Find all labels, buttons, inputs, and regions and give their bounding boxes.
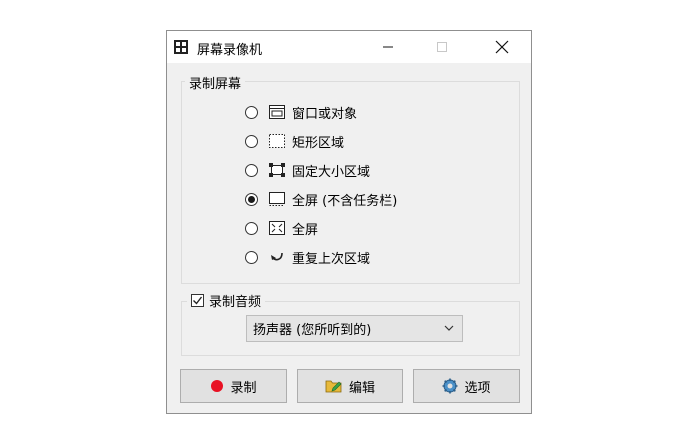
radio-button[interactable]: [245, 105, 258, 119]
close-button[interactable]: [479, 31, 525, 63]
radio-label: 全屏 (不含任务栏): [292, 193, 398, 209]
options-button-label: 选项: [464, 380, 491, 396]
fullscreen-no-taskbar-icon: [269, 192, 285, 206]
close-icon: [495, 40, 509, 54]
radio-button[interactable]: [245, 221, 258, 235]
radio-button[interactable]: [245, 134, 258, 148]
edit-button[interactable]: 编辑: [297, 369, 403, 403]
radio-label: 重复上次区域: [292, 251, 371, 267]
audio-source-select[interactable]: 扬声器 (您所听到的): [246, 315, 463, 342]
record-audio-toggle[interactable]: 录制音频: [187, 291, 266, 310]
checkmark-icon: [193, 296, 203, 305]
fullscreen-icon: [269, 221, 285, 235]
radio-label: 矩形区域: [292, 135, 345, 151]
radio-label: 固定大小区域: [292, 164, 371, 180]
repeat-arrow-icon: [271, 252, 283, 261]
chevron-down-icon: [444, 325, 454, 331]
record-audio-checkbox[interactable]: [191, 294, 204, 307]
maximize-button[interactable]: [419, 31, 465, 63]
radio-label: 窗口或对象: [292, 106, 358, 122]
audio-source-value: 扬声器 (您所听到的): [253, 323, 372, 338]
dotted-rect-icon: [269, 134, 285, 148]
maximize-icon: [437, 42, 447, 52]
film-strip-icon: [174, 40, 188, 54]
radio-button-selected[interactable]: [245, 192, 258, 206]
edit-button-label: 编辑: [348, 380, 375, 396]
window-title: 屏幕录像机: [197, 43, 263, 58]
folder-edit-icon: [325, 378, 343, 394]
radio-button[interactable]: [245, 163, 258, 177]
radio-label: 全屏: [292, 222, 319, 238]
window-icon: [269, 105, 285, 119]
minimize-icon: [383, 46, 393, 48]
radio-button[interactable]: [245, 250, 258, 264]
record-dot-icon: [210, 379, 224, 393]
record-screen-legend: 录制屏幕: [185, 73, 246, 92]
radio-fullscreen[interactable]: 全屏: [245, 217, 318, 239]
minimize-button[interactable]: [365, 31, 411, 63]
title-bar[interactable]: 屏幕录像机: [167, 31, 531, 63]
radio-fullscreen-no-taskbar[interactable]: 全屏 (不含任务栏): [245, 188, 397, 210]
options-button[interactable]: 选项: [413, 369, 520, 403]
record-audio-label: 录制音频: [209, 295, 262, 310]
record-button-label: 录制: [230, 380, 257, 396]
fixed-area-icon: [269, 163, 285, 177]
radio-fixed-size-area[interactable]: 固定大小区域: [245, 159, 370, 181]
record-button[interactable]: 录制: [180, 369, 287, 403]
radio-repeat-last-area[interactable]: 重复上次区域: [245, 246, 370, 268]
gear-icon: [442, 378, 458, 394]
screen-recorder-window: 屏幕录像机 录制屏幕 窗口或对象 矩形区域 固定大小区域 全屏 (不含任务栏) …: [166, 30, 532, 414]
radio-rectangle-area[interactable]: 矩形区域: [245, 130, 344, 152]
radio-window-or-object[interactable]: 窗口或对象: [245, 101, 357, 123]
